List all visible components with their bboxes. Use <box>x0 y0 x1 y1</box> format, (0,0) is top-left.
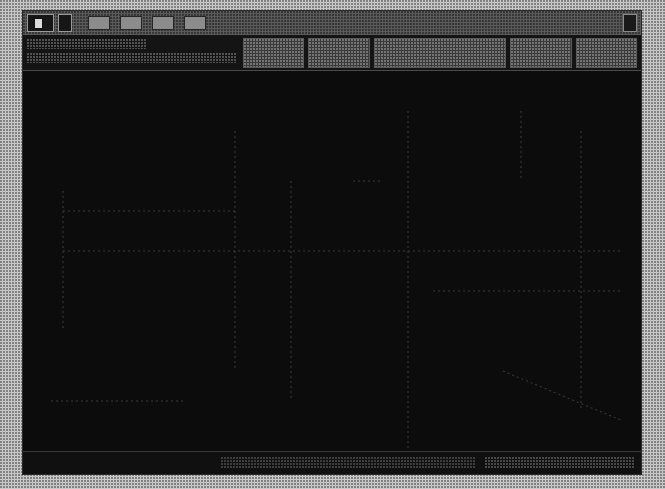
tab-primary[interactable] <box>27 14 54 32</box>
status-center <box>221 457 475 469</box>
title-bar <box>23 11 641 35</box>
guide-line <box>502 370 624 422</box>
toolbar-control-2[interactable] <box>120 16 142 30</box>
toolbar-button-3[interactable] <box>373 38 507 68</box>
toolbar-control-1[interactable] <box>88 16 110 30</box>
tab-secondary[interactable] <box>58 14 72 32</box>
toolbar-button-1[interactable] <box>243 38 305 68</box>
title-right-panel[interactable] <box>623 14 637 32</box>
toolbar-button-5[interactable] <box>575 38 638 68</box>
title-controls <box>88 14 623 32</box>
toolbar <box>23 35 641 71</box>
app-window <box>22 10 642 475</box>
toolbar-buttons <box>243 38 638 68</box>
toolbar-info-line-2 <box>27 53 237 63</box>
document-icon <box>34 17 43 29</box>
toolbar-button-4[interactable] <box>510 38 572 68</box>
drawing-canvas[interactable] <box>23 71 641 451</box>
status-right <box>485 457 635 469</box>
toolbar-info-line-1 <box>27 39 147 49</box>
toolbar-control-4[interactable] <box>184 16 206 30</box>
toolbar-info <box>27 39 237 65</box>
toolbar-button-2[interactable] <box>308 38 370 68</box>
canvas-lines <box>51 111 624 451</box>
toolbar-control-3[interactable] <box>152 16 174 30</box>
status-bar <box>23 451 641 474</box>
